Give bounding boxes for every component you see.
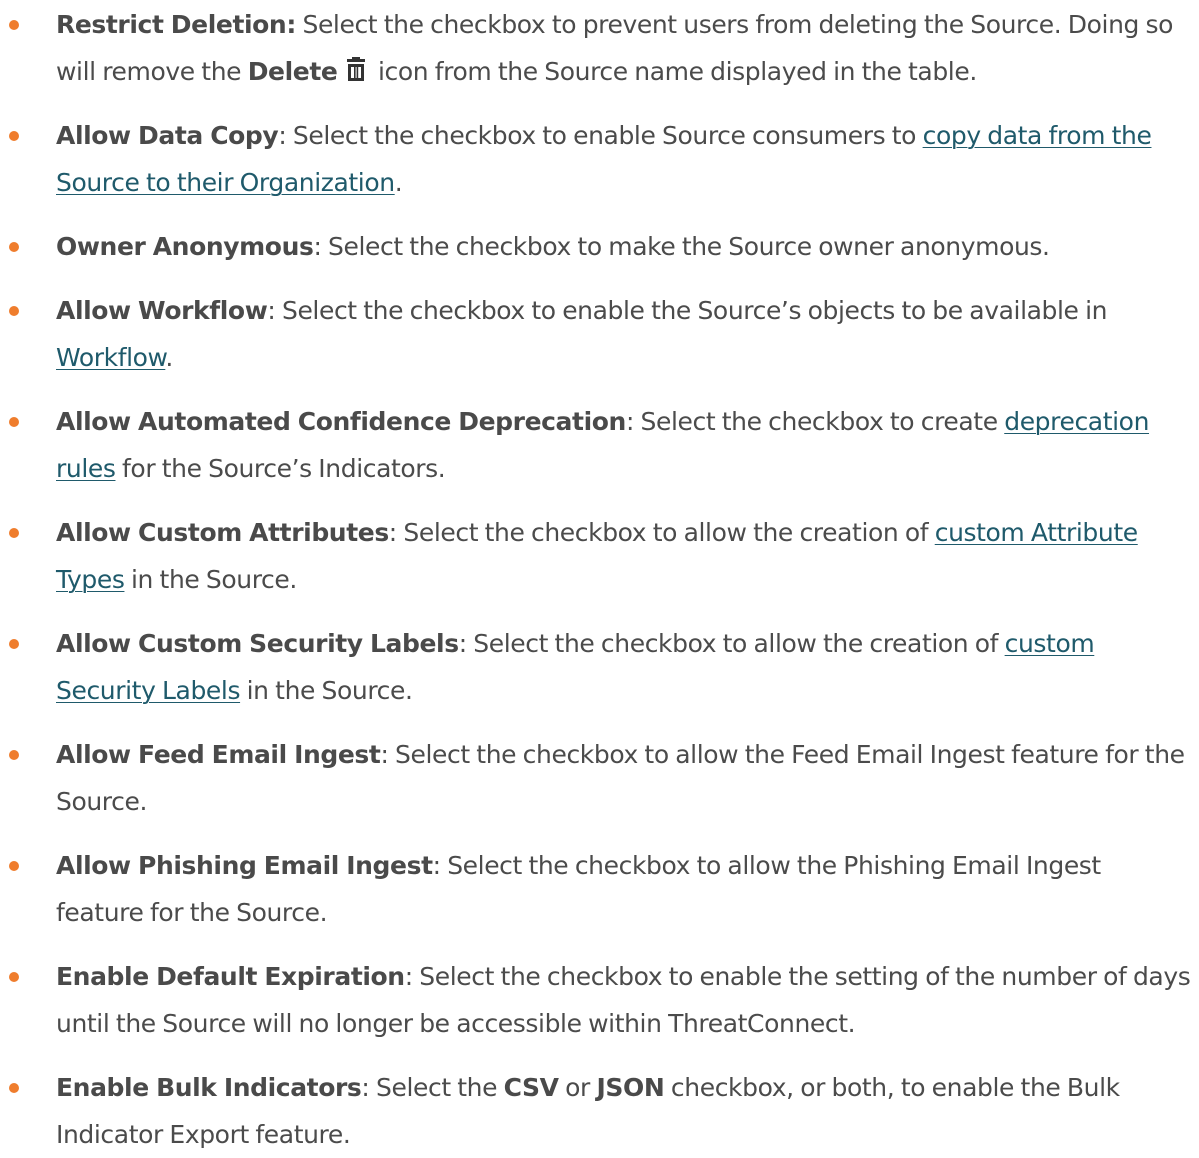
description-text: for the Source’s Indicators. <box>115 454 446 483</box>
term-allow-data-copy: Allow Data Copy <box>56 121 279 150</box>
term-allow-custom-security-labels: Allow Custom Security Labels <box>56 629 459 658</box>
list-item-allow-data-copy: Allow Data Copy: Select the checkbox to … <box>0 112 1199 206</box>
list-item-enable-default-expiration: Enable Default Expiration: Select the ch… <box>0 953 1199 1047</box>
bullet-icon <box>9 861 19 871</box>
trash-icon <box>345 51 367 81</box>
bullet-icon <box>9 131 19 141</box>
bullet-icon <box>9 1083 19 1093</box>
description-text: in the Source. <box>124 565 297 594</box>
term-restrict-deletion: Restrict Deletion: <box>56 10 296 39</box>
bullet-icon <box>9 417 19 427</box>
bullet-icon <box>9 750 19 760</box>
bullet-icon <box>9 306 19 316</box>
list-item-allow-custom-security-labels: Allow Custom Security Labels: Select the… <box>0 620 1199 714</box>
delete-label: Delete <box>247 57 338 86</box>
description-text: : Select the checkbox to allow the creat… <box>388 518 935 547</box>
description-text: : Select the checkbox to make the Source… <box>313 232 1050 261</box>
description-text: . <box>394 168 403 197</box>
bullet-icon <box>9 20 19 30</box>
description-text: : Select the <box>361 1073 504 1102</box>
document-body: Restrict Deletion: Select the checkbox t… <box>0 1 1199 1149</box>
list-item-allow-automated-confidence-deprecation: Allow Automated Confidence Deprecation: … <box>0 398 1199 492</box>
description-text: : Select the checkbox to enable Source c… <box>278 121 923 150</box>
description-text: icon from the Source name displayed in t… <box>371 57 977 86</box>
list-item-allow-feed-email-ingest: Allow Feed Email Ingest: Select the chec… <box>0 731 1199 825</box>
list-item-enable-bulk-indicators: Enable Bulk Indicators: Select the CSV o… <box>0 1064 1199 1158</box>
bullet-icon <box>9 528 19 538</box>
term-allow-workflow: Allow Workflow <box>56 296 268 325</box>
list-item-restrict-deletion: Restrict Deletion: Select the checkbox t… <box>0 1 1199 95</box>
list-item-allow-phishing-email-ingest: Allow Phishing Email Ingest: Select the … <box>0 842 1199 936</box>
list-item-owner-anonymous: Owner Anonymous: Select the checkbox to … <box>0 223 1199 270</box>
workflow-link[interactable]: Workflow <box>56 343 166 372</box>
list-item-allow-custom-attributes: Allow Custom Attributes: Select the chec… <box>0 509 1199 603</box>
term-owner-anonymous: Owner Anonymous <box>56 232 314 261</box>
description-text: : Select the checkbox to enable the Sour… <box>267 296 1108 325</box>
term-allow-custom-attributes: Allow Custom Attributes <box>56 518 389 547</box>
description-text: . <box>165 343 173 372</box>
list-item-allow-workflow: Allow Workflow: Select the checkbox to e… <box>0 287 1199 381</box>
description-text: : Select the checkbox to create <box>625 407 1005 436</box>
term-enable-bulk-indicators: Enable Bulk Indicators <box>56 1073 362 1102</box>
source-settings-list: Restrict Deletion: Select the checkbox t… <box>0 1 1199 1158</box>
term-allow-feed-email-ingest: Allow Feed Email Ingest <box>56 740 381 769</box>
term-allow-phishing-email-ingest: Allow Phishing Email Ingest <box>56 851 433 880</box>
term-allow-automated-confidence-deprecation: Allow Automated Confidence Deprecation <box>56 407 626 436</box>
csv-label: CSV <box>503 1073 559 1102</box>
json-label: JSON <box>596 1073 665 1102</box>
term-enable-default-expiration: Enable Default Expiration <box>56 962 405 991</box>
bullet-icon <box>9 972 19 982</box>
description-text: in the Source. <box>240 676 413 705</box>
bullet-icon <box>9 242 19 252</box>
description-text: : Select the checkbox to allow the creat… <box>458 629 1005 658</box>
description-text: or <box>558 1073 597 1102</box>
bullet-icon <box>9 639 19 649</box>
